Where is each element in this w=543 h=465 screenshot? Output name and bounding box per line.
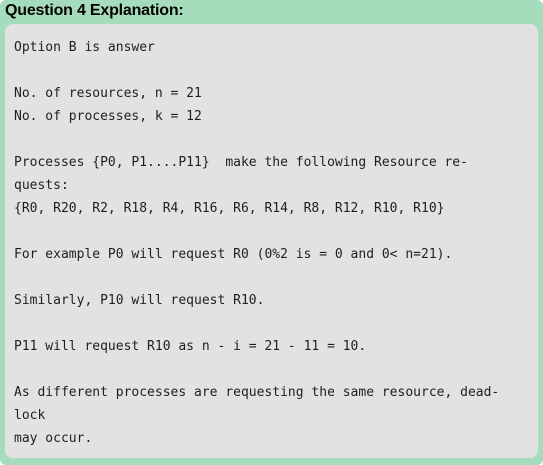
conclusion-final-line: may occur. xyxy=(14,431,93,446)
example-line: For example P0 will request R0 (0%2 is =… xyxy=(14,247,453,262)
resource-sequence-line: {R0, R20, R2, R18, R4, R16, R6, R14, R8,… xyxy=(14,201,445,216)
panel-title: Question 4 Explanation: xyxy=(5,2,184,19)
conclusion-continued-line: lock xyxy=(14,408,46,423)
conclusion-line: As different processes are requesting th… xyxy=(14,385,500,400)
resources-line: No. of resources, n = 21 xyxy=(14,86,202,101)
explanation-panel: Question 4 Explanation: Option B is answ… xyxy=(0,0,543,465)
requests-intro-continued-line: quests: xyxy=(14,178,69,193)
requests-intro-line: Processes {P0, P1....P11} make the follo… xyxy=(14,155,468,170)
explanation-content: Option B is answer No. of resources, n =… xyxy=(5,24,538,458)
similarly-line: Similarly, P10 will request R10. xyxy=(14,293,265,308)
processes-line: No. of processes, k = 12 xyxy=(14,109,202,124)
p11-line: P11 will request R10 as n - i = 21 - 11 … xyxy=(14,339,367,354)
answer-line: Option B is answer xyxy=(14,40,155,55)
